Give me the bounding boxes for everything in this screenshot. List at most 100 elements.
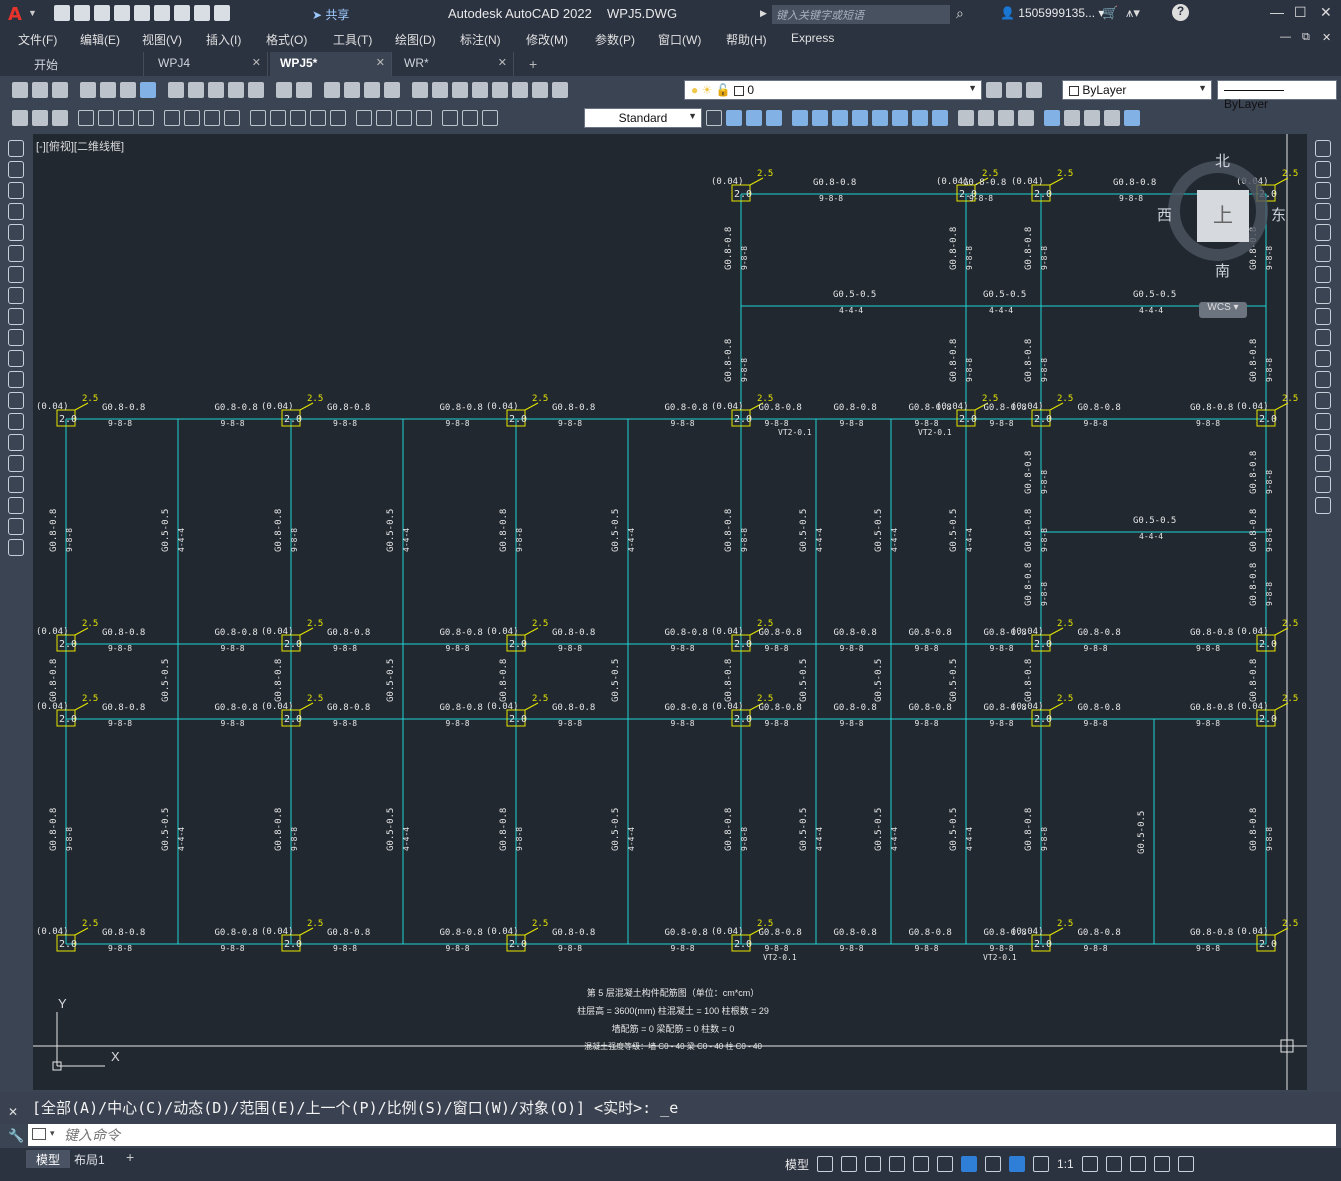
beam-sub-label[interactable]: 9-8-8 [221, 944, 245, 953]
beam-sub-label[interactable]: 9-8-8 [333, 419, 357, 428]
beam-label[interactable]: G0.8-0.8 [984, 628, 1027, 638]
column-ratio-label[interactable]: (0.04) [711, 927, 744, 937]
column-ratio-label[interactable]: (0.04) [711, 627, 744, 637]
beam-sub-label-vertical[interactable]: 4-4-4 [177, 827, 186, 851]
beam-label[interactable]: G0.8-0.8 [215, 628, 258, 638]
beam-sub-label[interactable]: 9-8-8 [671, 719, 695, 728]
column-top-tag[interactable]: 2.5 [82, 694, 98, 704]
beam-sub-label[interactable]: 9-8-8 [333, 719, 357, 728]
beam-sub-label[interactable]: 9-8-8 [108, 644, 132, 653]
join-icon[interactable] [1315, 413, 1331, 430]
column-leader[interactable] [74, 627, 89, 636]
command-prompt-icon[interactable] [32, 1128, 46, 1140]
extend-icon[interactable] [1315, 350, 1331, 367]
jogged-linear-icon[interactable] [416, 110, 432, 126]
match-prop-icon[interactable] [228, 82, 244, 98]
beam-label[interactable]: G0.8-0.8 [665, 403, 708, 413]
beam-sub-label-vertical[interactable]: 4-4-4 [402, 528, 411, 552]
beam-sub-label[interactable]: 9-8-8 [558, 644, 582, 653]
column-top-tag[interactable]: 2.5 [1282, 619, 1298, 629]
column-ratio-label[interactable]: (0.04) [1236, 702, 1269, 712]
beam-label[interactable]: G0.8-0.8 [215, 703, 258, 713]
beam-label[interactable]: G0.8-0.8 [909, 703, 952, 713]
ucs-previous-icon[interactable] [832, 110, 848, 126]
beam-label[interactable]: G0.8-0.8 [552, 928, 595, 938]
polysolid-icon[interactable] [1104, 110, 1120, 126]
menu-dimension[interactable]: 标注(N) [460, 31, 501, 48]
column-value-label[interactable]: 2.0 [59, 414, 77, 425]
zoom-realtime-icon[interactable] [344, 82, 360, 98]
beam-label-vertical[interactable]: G0.5-0.5 [949, 659, 959, 702]
beam-sub-label-vertical[interactable]: 9-8-8 [740, 246, 749, 270]
grid-icon[interactable] [817, 1156, 834, 1172]
beam-sub-label[interactable]: 9-8-8 [558, 719, 582, 728]
beam-label-vertical[interactable]: G0.8-0.8 [1249, 659, 1259, 702]
beam-label-vertical[interactable]: G0.5-0.5 [874, 808, 884, 851]
column-top-tag[interactable]: 2.5 [1282, 919, 1298, 929]
insert-block-icon[interactable] [8, 371, 24, 388]
close-icon[interactable]: ✕ [376, 56, 385, 69]
beam-sub-label[interactable]: 9-8-8 [765, 944, 789, 953]
beam-label[interactable]: G0.8-0.8 [909, 403, 952, 413]
column-value-label[interactable]: 2.0 [734, 189, 752, 200]
beam-sub-label[interactable]: 9-8-8 [1196, 419, 1220, 428]
paste-icon[interactable] [208, 82, 224, 98]
3d-print-icon[interactable] [140, 82, 156, 98]
column-leader[interactable] [524, 927, 539, 936]
pyramid-icon[interactable] [1084, 110, 1100, 126]
beam-label[interactable]: G0.8-0.8 [1078, 928, 1121, 938]
column-top-tag[interactable]: 2.5 [1057, 619, 1073, 629]
column-leader[interactable] [1274, 402, 1289, 411]
beam-label[interactable]: G0.8-0.8 [1078, 628, 1121, 638]
construction-line-icon[interactable] [8, 161, 24, 178]
vt-label[interactable]: VT2-0.1 [983, 953, 1017, 962]
beam-label-vertical[interactable]: G0.5-0.5 [161, 509, 171, 552]
zoom-window-icon[interactable] [364, 82, 380, 98]
plot-icon[interactable] [174, 5, 190, 21]
object-snap-tracking-icon[interactable] [937, 1156, 954, 1172]
column-value-label[interactable]: 2.0 [284, 414, 302, 425]
layer-dropdown[interactable]: ● ☀ 🔓 0 ▼ [684, 80, 982, 100]
trim-icon[interactable] [1315, 329, 1331, 346]
column-value-label[interactable]: 2.0 [1034, 189, 1052, 200]
beam-sub-label[interactable]: 9-8-8 [558, 419, 582, 428]
column-ratio-label[interactable]: (0.04) [1236, 402, 1269, 412]
beam-sub-label-vertical[interactable]: 9-8-8 [290, 528, 299, 552]
menu-tools[interactable]: 工具(T) [333, 31, 372, 48]
beam-label[interactable]: G0.8-0.8 [440, 403, 483, 413]
beam-sub-label[interactable]: 9-8-8 [765, 719, 789, 728]
column-ratio-label[interactable]: (0.04) [261, 627, 294, 637]
point-icon[interactable] [8, 413, 24, 430]
column-value-label[interactable]: 2.0 [284, 639, 302, 650]
column-leader[interactable] [299, 927, 314, 936]
column-value-label[interactable]: 2.0 [509, 414, 527, 425]
save-icon[interactable] [94, 5, 110, 21]
column-leader[interactable] [1274, 927, 1289, 936]
column-ratio-label[interactable]: (0.04) [486, 927, 519, 937]
column-leader[interactable] [1274, 177, 1289, 186]
cylinder-icon[interactable] [1044, 110, 1060, 126]
column-value-label[interactable]: 2.0 [1259, 939, 1277, 950]
command-line[interactable]: ▾ [28, 1124, 1336, 1146]
column-value-label[interactable]: 2.0 [1259, 414, 1277, 425]
beam-sub-label[interactable]: 9-8-8 [990, 419, 1014, 428]
layers-icon[interactable] [52, 110, 68, 126]
beam-sub-label[interactable]: 9-8-8 [819, 194, 843, 203]
beam-label-vertical[interactable]: G0.5-0.5 [874, 509, 884, 552]
tab-wpj5[interactable]: WPJ5* ✕ [270, 52, 392, 76]
dim-space-icon[interactable] [310, 110, 326, 126]
beam-label[interactable]: G0.8-0.8 [552, 628, 595, 638]
beam-label[interactable]: G0.8-0.8 [440, 628, 483, 638]
beam-sub-label[interactable]: 9-8-8 [333, 644, 357, 653]
revision-cloud-icon[interactable] [8, 287, 24, 304]
column-top-tag[interactable]: 2.5 [1057, 694, 1073, 704]
customize-menu-icon[interactable] [1177, 1156, 1194, 1172]
beam-sub-label[interactable]: 9-8-8 [1084, 644, 1108, 653]
search-icon[interactable]: ⌕ [956, 5, 964, 22]
beam-label-vertical[interactable]: G0.5-0.5 [386, 808, 396, 851]
beam-sub-label[interactable]: 9-8-8 [558, 944, 582, 953]
add-tab-icon[interactable]: + [529, 56, 537, 72]
beam-label[interactable]: G0.8-0.8 [215, 403, 258, 413]
beam-sub-label-vertical[interactable]: 9-8-8 [1040, 470, 1049, 494]
sphere-icon[interactable] [1018, 110, 1034, 126]
